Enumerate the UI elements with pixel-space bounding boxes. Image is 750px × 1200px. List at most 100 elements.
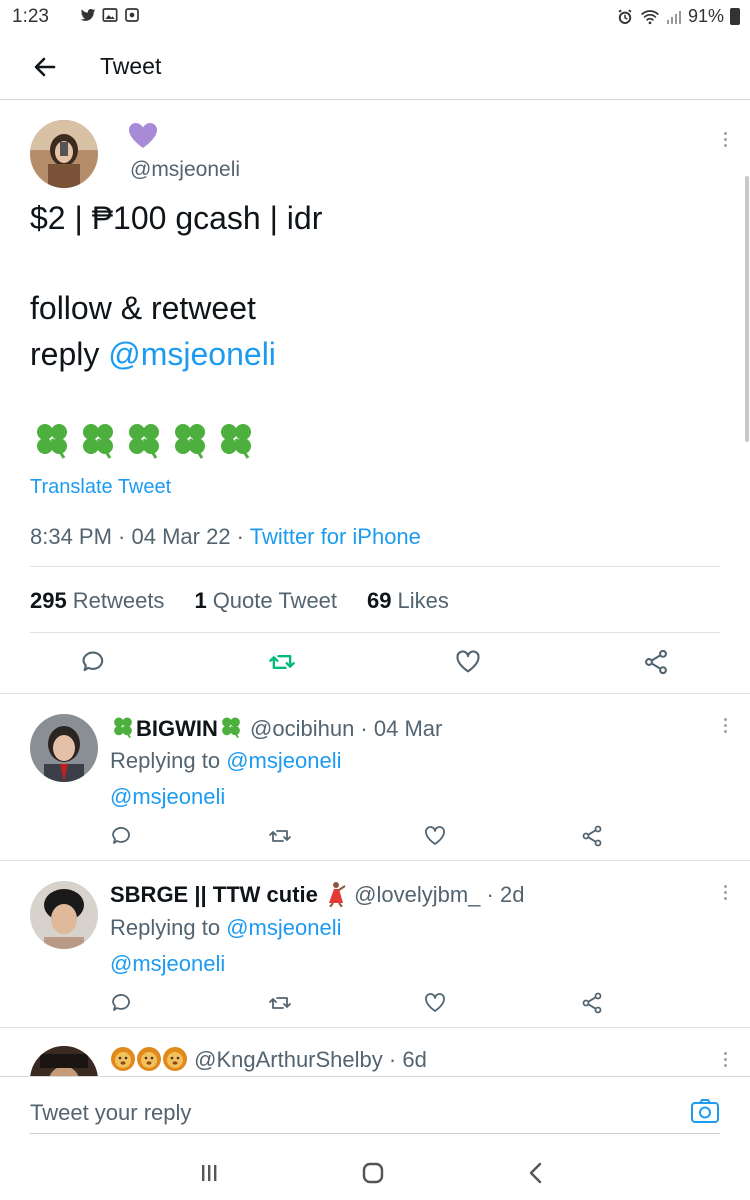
reply-input-underline	[30, 1133, 720, 1134]
reply-author-handle: @KngArthurShelby	[194, 1047, 383, 1072]
tweet-stats: 295 Retweets 1 Quote Tweet 69 Likes	[30, 588, 449, 614]
share-icon[interactable]	[642, 648, 670, 676]
separator: ·	[111, 524, 132, 549]
reply-time: 2d	[499, 882, 525, 907]
avatar[interactable]	[30, 714, 98, 782]
share-icon[interactable]	[580, 824, 604, 848]
reply-text[interactable]: @msjeoneli	[110, 951, 225, 977]
retweet-icon[interactable]	[268, 991, 292, 1015]
tweet-text-line: follow & retweet	[30, 290, 256, 326]
like-icon[interactable]	[423, 991, 447, 1015]
separator: ·	[480, 882, 500, 907]
tweet-meta: 8:34 PM · 04 Mar 22 · Twitter for iPhone	[30, 524, 421, 550]
home-icon[interactable]	[358, 1158, 388, 1188]
avatar[interactable]	[30, 120, 98, 188]
likes-count: 69	[367, 588, 392, 613]
divider	[30, 632, 720, 633]
tweet-text-line: $2 | ₱100 gcash | idr	[30, 200, 323, 236]
clover-icon	[175, 424, 205, 459]
app-header: Tweet	[0, 34, 750, 100]
reply-tweet[interactable]: BIGWIN @ocibihun · 04 Mar Replying to @m…	[0, 694, 750, 861]
wifi-icon	[641, 9, 659, 24]
back-arrow-icon[interactable]	[28, 52, 62, 82]
quote-tweets-stat[interactable]: 1 Quote Tweet	[194, 588, 337, 614]
reply-input[interactable]	[30, 1093, 670, 1133]
reply-time: 6d	[402, 1047, 427, 1072]
retweet-icon[interactable]	[268, 824, 292, 848]
translate-tweet-link[interactable]: Translate Tweet	[30, 476, 171, 499]
clover-icon	[129, 424, 159, 459]
quotes-label: Quote Tweet	[212, 588, 338, 613]
battery-percent: 91%	[687, 6, 724, 26]
reply-author-name: SBRGE || TTW cutie	[110, 882, 318, 907]
reply-author[interactable]: BIGWIN @ocibihun · 04 Mar	[110, 714, 442, 742]
camera-icon[interactable]	[690, 1097, 720, 1125]
replying-to: Replying to @msjeoneli	[110, 748, 341, 774]
retweets-count: 295	[30, 588, 67, 613]
clover-icon	[222, 717, 240, 739]
image-icon	[102, 8, 118, 22]
retweets-stat[interactable]: 295 Retweets	[30, 588, 164, 614]
reply-icon[interactable]	[110, 824, 134, 848]
replying-to-label: Replying to	[110, 915, 221, 940]
reply-tweet[interactable]: @KngArthurShelby · 6d	[0, 1028, 750, 1076]
divider	[30, 566, 720, 567]
screenshot-icon	[125, 8, 139, 22]
twitter-bird-icon	[80, 9, 96, 21]
separator: ·	[382, 1047, 403, 1072]
replying-to: Replying to @msjeoneli	[110, 915, 341, 941]
tweet-mention-link[interactable]: @msjeoneli	[108, 336, 276, 372]
lion-icon	[111, 1047, 135, 1071]
tweet-author-handle[interactable]: @msjeoneli	[130, 158, 240, 182]
alarm-icon	[618, 8, 632, 24]
more-options-icon[interactable]	[720, 718, 730, 738]
status-notification-icons	[80, 7, 140, 23]
reply-author[interactable]: SBRGE || TTW cutie @lovelyjbm_ · 2d	[110, 881, 524, 908]
replying-to-link[interactable]: @msjeoneli	[226, 915, 341, 940]
reply-tweet[interactable]: SBRGE || TTW cutie @lovelyjbm_ · 2d Repl…	[0, 861, 750, 1028]
dancer-icon	[329, 882, 346, 908]
reply-author-handle: @lovelyjbm_	[354, 882, 481, 907]
reply-text[interactable]: @msjeoneli	[110, 784, 225, 810]
replying-to-link[interactable]: @msjeoneli	[226, 748, 341, 773]
status-system-icons: 91%	[616, 6, 740, 27]
signal-icon	[666, 10, 681, 24]
status-time: 1:23	[12, 6, 49, 27]
clover-icon	[83, 424, 113, 459]
scrollbar[interactable]	[745, 176, 749, 442]
battery-icon	[730, 8, 740, 25]
share-icon[interactable]	[580, 991, 604, 1015]
reply-composer	[0, 1076, 750, 1146]
clover-icon	[37, 424, 67, 459]
recents-icon[interactable]	[194, 1158, 224, 1188]
avatar[interactable]	[30, 881, 98, 949]
like-icon[interactable]	[454, 648, 482, 676]
quotes-count: 1	[194, 588, 207, 613]
avatar[interactable]	[30, 1046, 98, 1076]
tweet-source-link[interactable]: Twitter for iPhone	[250, 524, 421, 549]
reply-author-name: BIGWIN	[136, 716, 218, 741]
more-options-icon[interactable]	[720, 1052, 730, 1072]
system-nav-bar	[0, 1146, 750, 1200]
back-icon[interactable]	[522, 1158, 552, 1188]
like-icon[interactable]	[423, 824, 447, 848]
separator: ·	[230, 524, 250, 549]
status-bar: 1:23 91%	[0, 0, 750, 34]
replying-to-label: Replying to	[110, 748, 221, 773]
reply-icon[interactable]	[110, 991, 134, 1015]
purple-heart-icon	[129, 123, 157, 148]
tweet-text-prefix: reply	[30, 336, 109, 372]
tweet-date: 04 Mar 22	[131, 524, 231, 549]
likes-stat[interactable]: 69 Likes	[367, 588, 449, 614]
tweet-text-line: reply @msjeoneli	[30, 336, 276, 373]
clover-icon	[221, 424, 251, 459]
reply-author[interactable]: @KngArthurShelby · 6d	[110, 1046, 427, 1073]
reply-author-handle: @ocibihun	[250, 716, 355, 741]
reply-icon[interactable]	[80, 648, 108, 676]
likes-label: Likes	[397, 588, 449, 613]
retweet-icon[interactable]	[268, 648, 296, 676]
tweet-time: 8:34 PM	[30, 524, 112, 549]
more-options-icon[interactable]	[720, 885, 730, 905]
lion-icon	[163, 1047, 187, 1071]
more-options-icon[interactable]	[720, 132, 730, 152]
